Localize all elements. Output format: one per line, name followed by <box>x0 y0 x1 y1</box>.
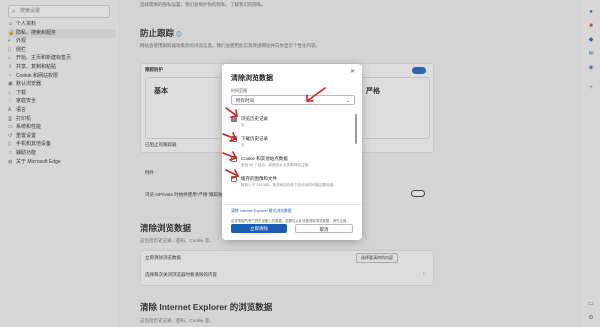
annotation-arrows <box>222 87 326 179</box>
arrow-to-cookies <box>222 151 238 161</box>
arrow-to-download-history <box>222 132 238 142</box>
arrow-to-browsing-history <box>225 107 238 118</box>
arrow-to-cached-files <box>225 169 240 179</box>
arrow-to-time-range <box>306 87 326 102</box>
